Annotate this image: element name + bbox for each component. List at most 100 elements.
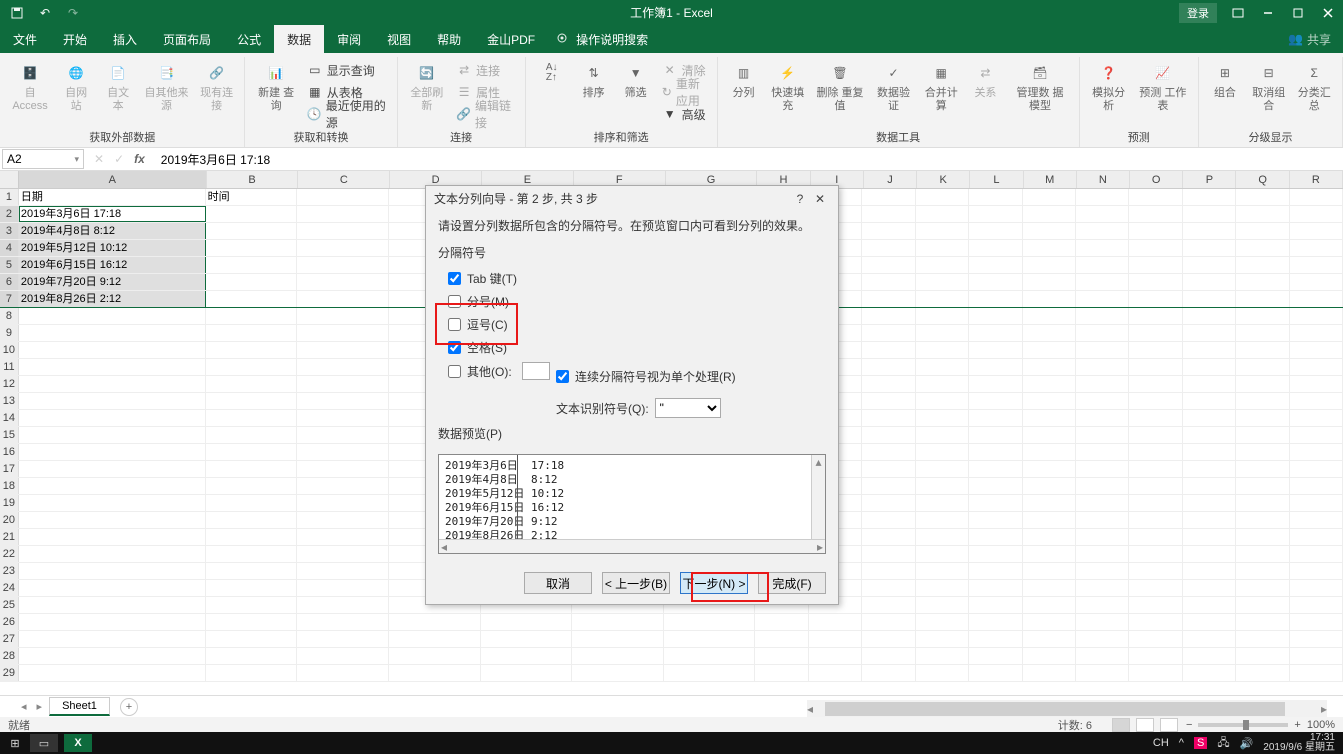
cell[interactable] — [1076, 495, 1129, 511]
cell[interactable] — [1183, 359, 1236, 375]
view-page-break-icon[interactable] — [1160, 718, 1178, 732]
cell[interactable] — [969, 359, 1022, 375]
cell[interactable] — [1183, 427, 1236, 443]
cell[interactable] — [297, 376, 389, 392]
cell[interactable] — [969, 580, 1022, 596]
cell[interactable] — [1129, 223, 1182, 239]
cell[interactable] — [297, 665, 389, 681]
cell[interactable] — [1023, 325, 1076, 341]
cell[interactable] — [916, 495, 969, 511]
accept-formula-icon[interactable]: ✓ — [114, 152, 124, 166]
cell[interactable] — [1076, 427, 1129, 443]
cell[interactable] — [1290, 546, 1343, 562]
remove-duplicates-button[interactable]: 🗑删除 重复值 — [812, 59, 868, 129]
cell[interactable] — [1290, 223, 1343, 239]
row-header[interactable]: 25 — [0, 597, 19, 613]
cell[interactable] — [1236, 206, 1289, 222]
flash-fill-button[interactable]: ⚡快速填充 — [766, 59, 810, 129]
cell[interactable] — [19, 308, 206, 324]
row-header[interactable]: 26 — [0, 614, 19, 630]
col-header-B[interactable]: B — [207, 171, 299, 188]
cell[interactable] — [1236, 393, 1289, 409]
cell[interactable] — [1023, 478, 1076, 494]
cell[interactable] — [206, 410, 298, 426]
zoom-level[interactable]: 100% — [1307, 719, 1335, 731]
cell[interactable] — [969, 257, 1022, 273]
tab-formulas[interactable]: 公式 — [224, 25, 274, 53]
cell[interactable] — [969, 308, 1022, 324]
cell[interactable] — [1290, 512, 1343, 528]
cell[interactable] — [297, 291, 389, 307]
row-header[interactable]: 5 — [0, 257, 19, 273]
cell[interactable] — [1023, 359, 1076, 375]
cell[interactable] — [1129, 563, 1182, 579]
cell[interactable] — [1236, 495, 1289, 511]
cell[interactable] — [1290, 427, 1343, 443]
cell[interactable] — [1076, 257, 1129, 273]
cell[interactable] — [1290, 648, 1343, 664]
cell[interactable] — [1183, 342, 1236, 358]
share-label[interactable]: 共享 — [1307, 31, 1331, 48]
cell[interactable] — [1290, 563, 1343, 579]
cell[interactable] — [481, 665, 573, 681]
cell[interactable] — [206, 223, 298, 239]
cell[interactable] — [1023, 631, 1076, 647]
cell[interactable] — [297, 223, 389, 239]
cell[interactable] — [1076, 393, 1129, 409]
cell[interactable] — [1236, 376, 1289, 392]
cell[interactable] — [969, 648, 1022, 664]
cell[interactable] — [1129, 342, 1182, 358]
cell[interactable] — [916, 223, 969, 239]
cell[interactable] — [916, 359, 969, 375]
cell[interactable] — [206, 376, 298, 392]
zoom-in-icon[interactable]: + — [1294, 719, 1300, 731]
reapply-button[interactable]: ↻重新应用 — [658, 81, 711, 103]
cell[interactable] — [1236, 427, 1289, 443]
cell[interactable] — [1236, 291, 1289, 307]
tray-network-icon[interactable]: 🖧 — [1217, 734, 1229, 753]
cell[interactable] — [664, 648, 756, 664]
cell[interactable] — [1183, 478, 1236, 494]
cell[interactable] — [1183, 308, 1236, 324]
row-header[interactable]: 12 — [0, 376, 19, 392]
cell[interactable] — [1290, 631, 1343, 647]
row-header[interactable]: 10 — [0, 342, 19, 358]
cell[interactable] — [1129, 291, 1182, 307]
cell[interactable] — [1183, 597, 1236, 613]
dialog-close-icon[interactable]: ✕ — [810, 192, 830, 206]
cell[interactable] — [1129, 274, 1182, 290]
cell[interactable] — [916, 410, 969, 426]
cell[interactable] — [1129, 359, 1182, 375]
cell[interactable] — [1290, 291, 1343, 307]
cell[interactable] — [862, 376, 915, 392]
tray-sogou-icon[interactable]: S — [1194, 737, 1207, 749]
cell[interactable] — [1236, 597, 1289, 613]
share-icon[interactable]: 👥 — [1288, 32, 1303, 46]
cell[interactable] — [1129, 393, 1182, 409]
formula-input[interactable]: 2019年3月6日 17:18 — [155, 151, 1343, 168]
cell[interactable] — [862, 325, 915, 341]
cell[interactable] — [1183, 495, 1236, 511]
merge-delims-checkbox[interactable] — [556, 370, 569, 383]
cell[interactable] — [206, 274, 298, 290]
taskbar-app[interactable]: ▭ — [30, 734, 58, 752]
cell[interactable] — [862, 563, 915, 579]
cell[interactable] — [969, 427, 1022, 443]
cell[interactable] — [1076, 563, 1129, 579]
tab-help[interactable]: 帮助 — [424, 25, 474, 53]
cell[interactable] — [1183, 529, 1236, 545]
cell[interactable] — [1236, 512, 1289, 528]
cell[interactable] — [969, 461, 1022, 477]
cell[interactable] — [1290, 614, 1343, 630]
cell[interactable] — [19, 529, 206, 545]
cell[interactable] — [1183, 291, 1236, 307]
delim-tab-checkbox[interactable] — [448, 272, 461, 285]
tab-layout[interactable]: 页面布局 — [150, 25, 224, 53]
cell[interactable] — [916, 648, 969, 664]
filter-button[interactable]: ▼筛选 — [616, 59, 656, 129]
tab-pdf[interactable]: 金山PDF — [474, 25, 548, 53]
cell[interactable] — [1076, 580, 1129, 596]
tray-ime[interactable]: CH — [1153, 737, 1169, 749]
cell[interactable] — [862, 206, 915, 222]
cell[interactable] — [1236, 308, 1289, 324]
